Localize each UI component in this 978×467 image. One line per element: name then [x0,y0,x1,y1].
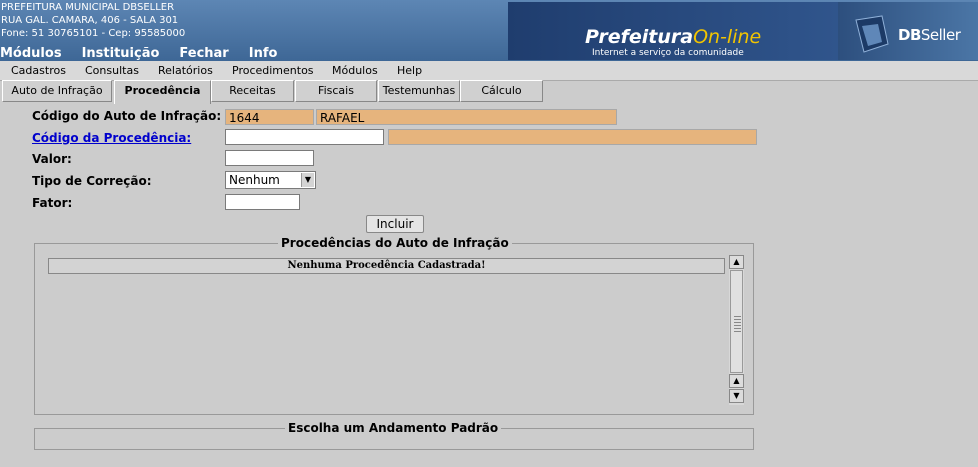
menu-procedimentos[interactable]: Procedimentos [232,64,314,77]
valor-label: Valor: [32,152,72,166]
banner-title: PrefeituraOn-line [585,26,761,48]
menubar: Cadastros Consultas Relatórios Procedime… [0,61,978,81]
scroll-up-icon[interactable]: ▲ [729,255,744,269]
scrollbar-thumb[interactable] [730,270,743,373]
menu-help[interactable]: Help [397,64,422,77]
dbseller-logo-icon [855,15,889,53]
banner-subtitle: Internet a serviço da comunidade [592,48,744,58]
logo-db: DB [898,26,921,44]
tab-testemunhas[interactable]: Testemunhas [378,80,460,102]
grid-empty-message: Nenhuma Procedência Cadastrada! [48,258,725,274]
scroll-down-icon[interactable]: ▼ [729,389,744,403]
auto-infracao-label: Código do Auto de Infração: [32,109,222,123]
menu-modulos[interactable]: Módulos [332,64,378,77]
scroll-up-icon[interactable]: ▲ [729,374,744,388]
logo-seller: Seller [920,26,961,44]
procedencia-code-field[interactable] [225,129,384,145]
grid-scrollbar[interactable]: ▲ ▲ ▼ [729,255,744,405]
tab-auto-de-infracao[interactable]: Auto de Infração [2,80,112,102]
menu-relatorios[interactable]: Relatórios [158,64,213,77]
valor-field[interactable] [225,150,314,166]
chevron-down-icon[interactable]: ▼ [301,173,314,187]
andamento-legend: Escolha um Andamento Padrão [285,421,502,435]
dbseller-logo-text: DBSeller [898,26,961,44]
fator-field[interactable] [225,194,300,210]
org-contact: Fone: 51 30765101 - Cep: 95585000 [1,28,186,39]
main-menu-info[interactable]: Info [249,46,278,61]
procedencia-desc-field[interactable] [388,129,757,145]
tab-procedencia[interactable]: Procedência [114,80,211,104]
tab-calculo[interactable]: Cálculo [460,80,543,102]
app-header: PREFEITURA MUNICIPAL DBSELLER RUA GAL. C… [0,0,978,61]
incluir-button[interactable]: Incluir [366,215,424,233]
tipo-correcao-value: Nenhum [229,173,280,187]
tab-receitas[interactable]: Receitas [211,80,294,102]
auto-infracao-code-field[interactable]: 1644 [225,109,314,125]
tab-fiscais[interactable]: Fiscais [295,80,377,102]
main-menu-instituicao[interactable]: Instituição [82,46,160,61]
org-address: RUA GAL. CAMARA, 406 - SALA 301 [1,15,179,26]
procedencias-legend: Procedências do Auto de Infração [278,236,512,250]
dbseller-logo: DBSeller [838,2,978,60]
grip-icon [734,316,741,332]
tipo-correcao-select[interactable]: Nenhum ▼ [225,171,316,189]
procedencia-code-link[interactable]: Código da Procedência: [32,131,191,145]
org-name: PREFEITURA MUNICIPAL DBSELLER [1,2,175,13]
main-menu-fechar[interactable]: Fechar [179,46,228,61]
auto-infracao-name-field[interactable]: RAFAEL [316,109,617,125]
main-menu: Módulos Instituição Fechar Info [0,46,297,61]
banner-title-online: On-line [693,26,762,48]
fator-label: Fator: [32,196,73,210]
menu-cadastros[interactable]: Cadastros [11,64,66,77]
prefeitura-online-banner: PrefeituraOn-line Internet a serviço da … [508,2,838,60]
banner-title-prefeitura: Prefeitura [585,26,694,48]
org-info: PREFEITURA MUNICIPAL DBSELLER RUA GAL. C… [1,1,185,40]
tipo-correcao-label: Tipo de Correção: [32,174,152,188]
menu-consultas[interactable]: Consultas [85,64,139,77]
main-menu-modulos[interactable]: Módulos [0,46,62,61]
